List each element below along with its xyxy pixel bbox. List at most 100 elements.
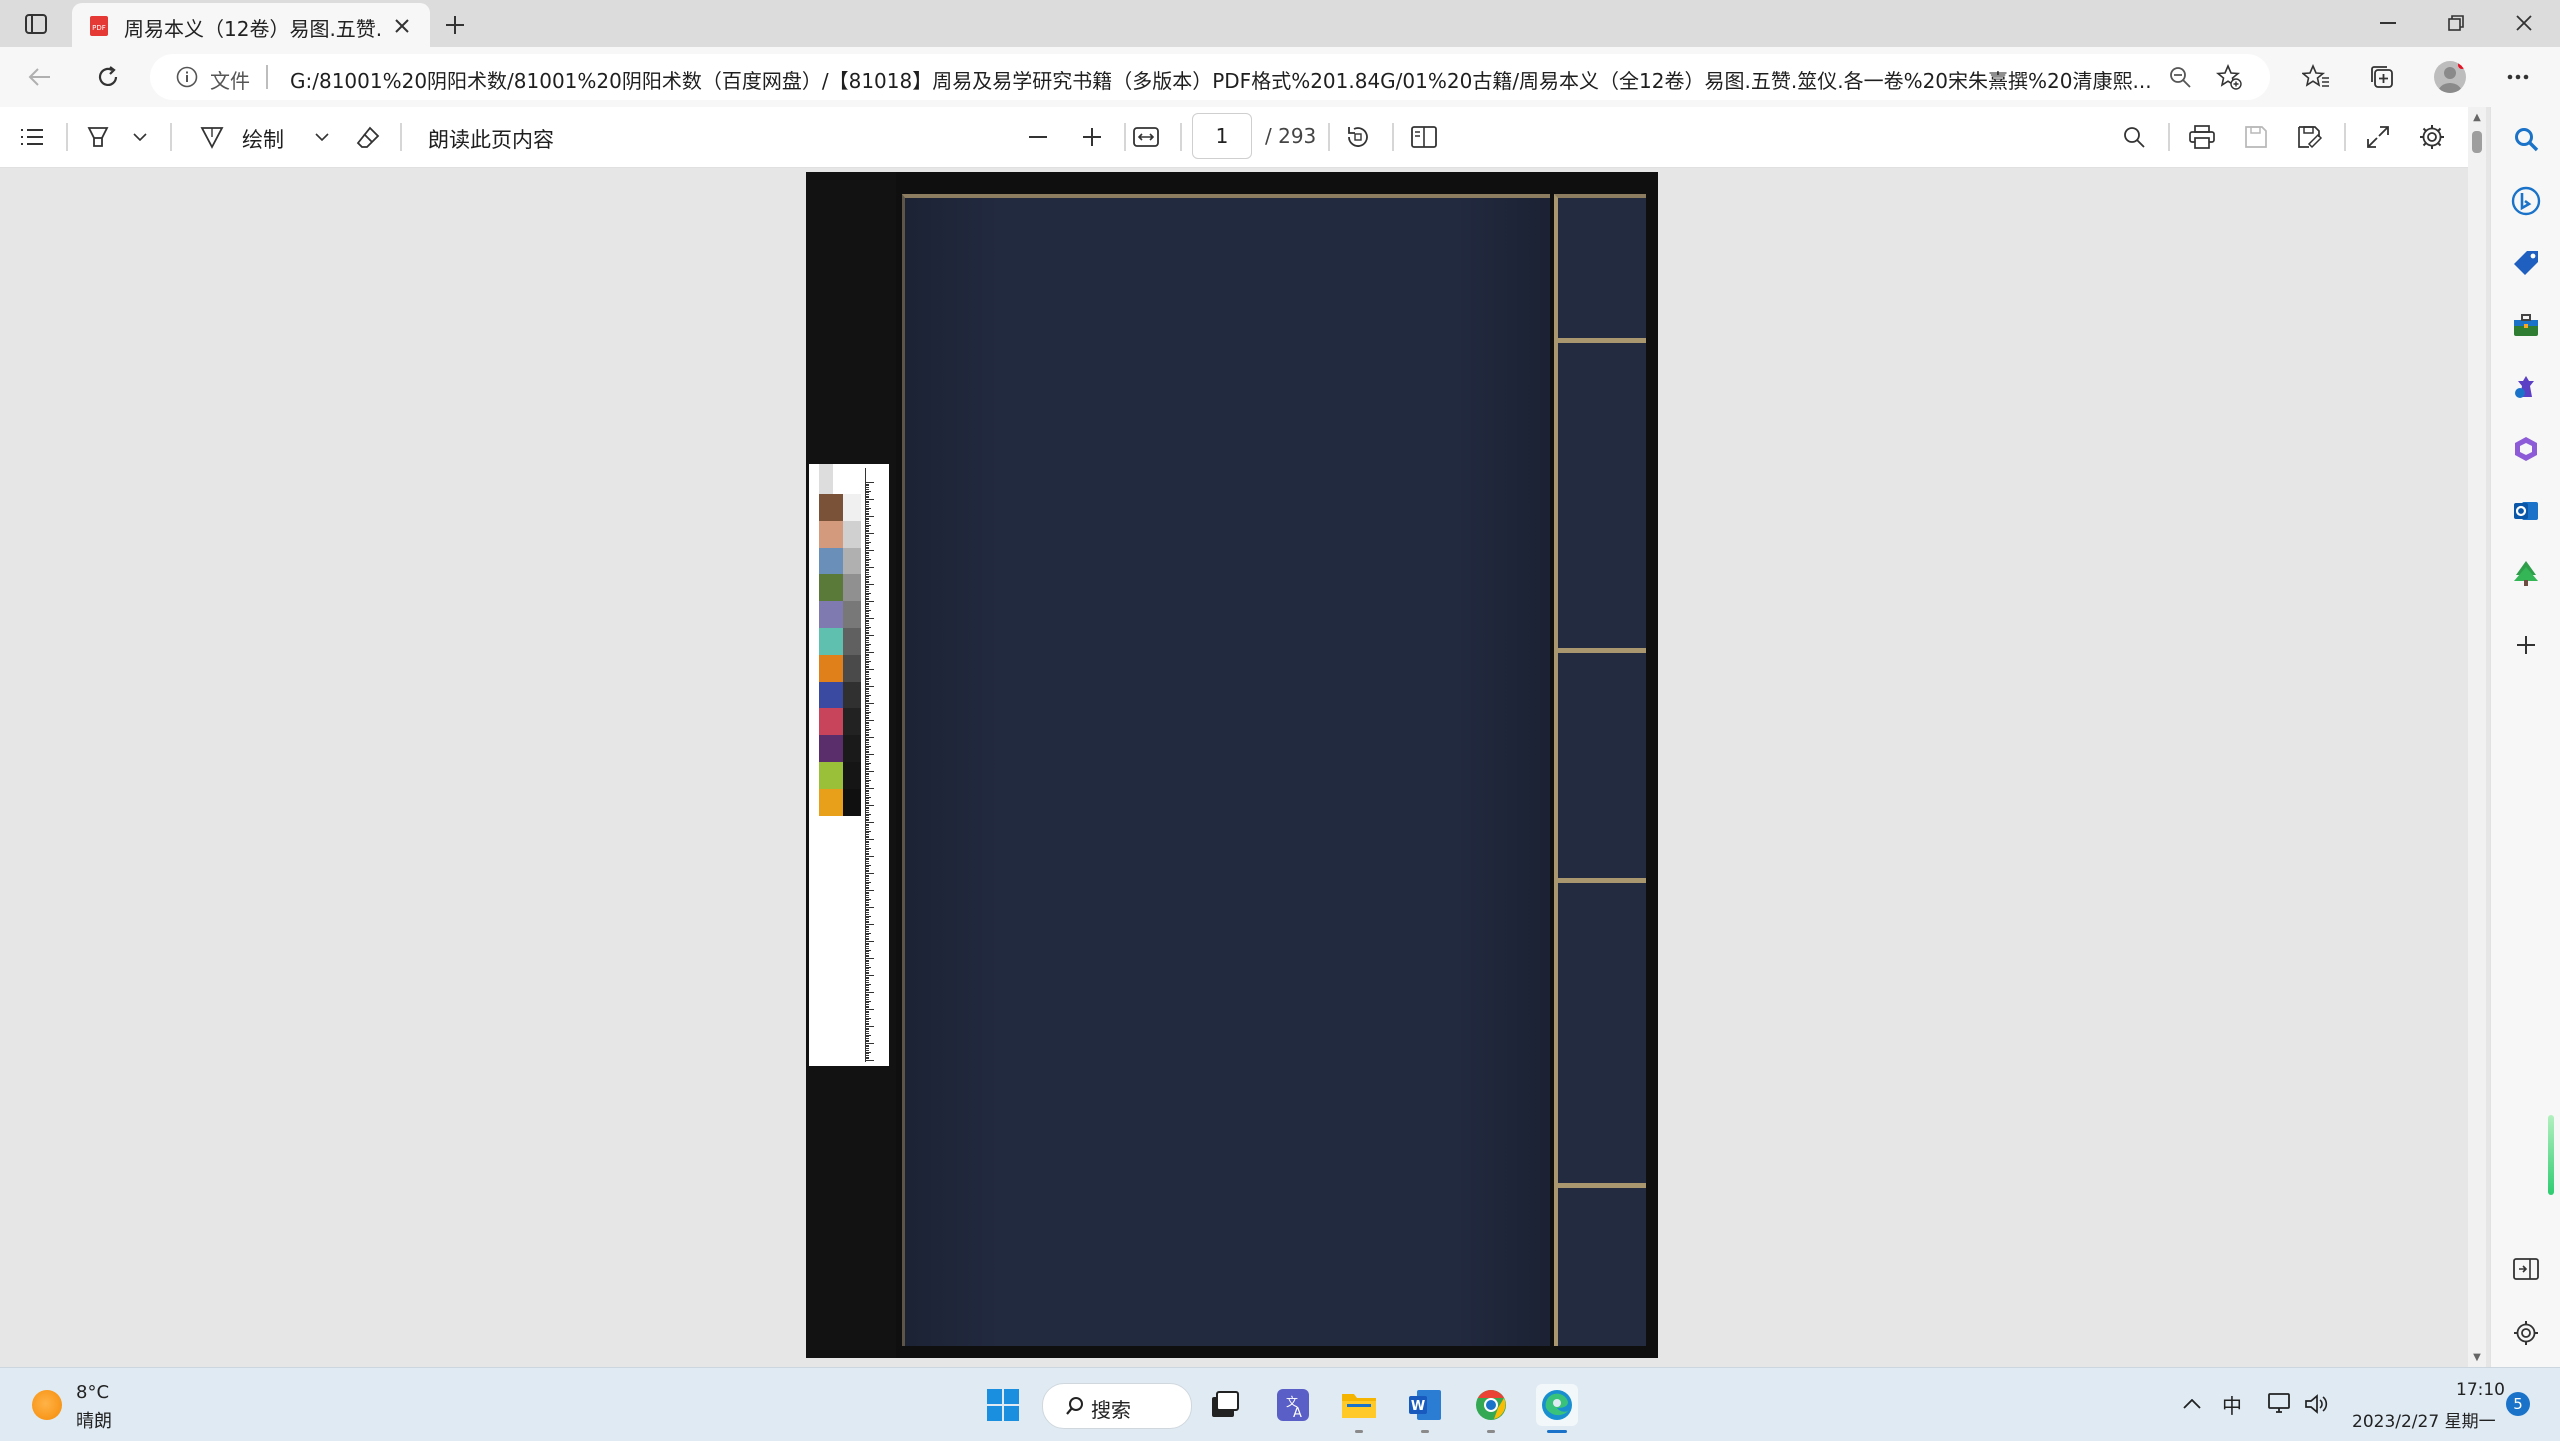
- close-icon: [395, 19, 409, 33]
- sidebar-settings-button[interactable]: [2510, 1317, 2542, 1349]
- tag-icon: [2514, 251, 2538, 275]
- tray-overflow-button[interactable]: [2178, 1390, 2206, 1418]
- sidebar-outlook-button[interactable]: [2510, 495, 2542, 527]
- speaker-icon: [2305, 1394, 2328, 1414]
- weather-description[interactable]: 晴朗: [76, 1407, 112, 1433]
- svg-text:W: W: [1411, 1399, 1425, 1414]
- bing-icon: [2511, 186, 2541, 216]
- scroll-thumb[interactable]: [2472, 131, 2482, 153]
- page-number-input[interactable]: 1: [1192, 113, 1252, 159]
- zoom-in-button[interactable]: [1076, 121, 1108, 153]
- add-favorite-icon[interactable]: [2216, 64, 2242, 90]
- draw-dropdown[interactable]: [306, 121, 338, 153]
- taskbar-translator-app[interactable]: 文A: [1272, 1384, 1314, 1426]
- color-patch: [819, 654, 843, 682]
- plus-icon: [1083, 128, 1101, 146]
- close-window-button[interactable]: [2496, 6, 2552, 40]
- save-button[interactable]: [2240, 121, 2272, 153]
- highlight-dropdown[interactable]: [124, 121, 156, 153]
- eraser-icon: [356, 126, 380, 148]
- taskbar-search[interactable]: 搜索: [1042, 1383, 1192, 1429]
- favorites-button[interactable]: [2300, 61, 2332, 93]
- sun-icon[interactable]: [32, 1390, 62, 1420]
- fullscreen-button[interactable]: [2362, 121, 2394, 153]
- minimize-button[interactable]: [2360, 6, 2416, 40]
- running-indicator: [1355, 1430, 1363, 1433]
- notification-badge[interactable]: 5: [2506, 1392, 2530, 1416]
- info-icon[interactable]: [176, 66, 198, 88]
- page-view-button[interactable]: [1408, 121, 1440, 153]
- highlight-button[interactable]: [82, 121, 114, 153]
- toolbar-divider: [170, 123, 172, 151]
- document-viewport[interactable]: [0, 168, 2468, 1367]
- search-icon: [1066, 1397, 1083, 1415]
- rotate-button[interactable]: [1342, 121, 1374, 153]
- volume-button[interactable]: [2302, 1390, 2330, 1418]
- clock-time[interactable]: 17:10: [2456, 1380, 2505, 1400]
- print-button[interactable]: [2186, 121, 2218, 153]
- color-patch: [819, 520, 843, 548]
- taskbar-chrome[interactable]: [1470, 1384, 1512, 1426]
- binding-thread: [1558, 648, 1646, 653]
- draw-button[interactable]: [196, 121, 228, 153]
- taskbar-edge[interactable]: [1536, 1384, 1578, 1426]
- vertical-scrollbar[interactable]: ▲ ▼: [2468, 107, 2486, 1367]
- color-patch: [819, 708, 843, 736]
- start-button[interactable]: [982, 1384, 1024, 1426]
- url-scheme-label: 文件: [210, 69, 250, 93]
- pdf-page[interactable]: [806, 172, 1658, 1358]
- back-button[interactable]: [22, 59, 58, 95]
- zoom-out-button[interactable]: [1022, 121, 1054, 153]
- add-icon: [2517, 636, 2535, 654]
- url-text[interactable]: G:/81001%20阴阳术数/81001%20阴阳术数（百度网盘）/【8101…: [290, 65, 2280, 94]
- contents-button[interactable]: [16, 121, 48, 153]
- zoom-icon[interactable]: [2168, 65, 2192, 89]
- erase-button[interactable]: [352, 121, 384, 153]
- weather-temperature[interactable]: 8°C: [76, 1382, 109, 1403]
- sidebar-shopping-button[interactable]: [2510, 247, 2542, 279]
- close-tab-button[interactable]: [390, 14, 414, 38]
- refresh-button[interactable]: [90, 59, 126, 95]
- read-aloud-button[interactable]: 朗读此页内容: [428, 124, 554, 154]
- sidebar-hide-button[interactable]: [2510, 1253, 2542, 1285]
- tab-actions-button[interactable]: [16, 8, 56, 40]
- hide-sidebar-icon: [2513, 1258, 2539, 1280]
- fit-width-button[interactable]: [1130, 121, 1162, 153]
- scroll-up-arrow[interactable]: ▲: [2471, 111, 2483, 123]
- active-tab[interactable]: PDF 周易本义（12卷）易图.五赞.筮仪.各一卷 宋朱熹撰 清康熙.pdf: [72, 3, 430, 47]
- url-field[interactable]: 文件 G:/81001%20阴阳术数/81001%20阴阳术数（百度网盘）/【8…: [150, 54, 2270, 100]
- sidebar-bing-button[interactable]: [2510, 185, 2542, 217]
- gray-patch: [843, 708, 861, 736]
- sidebar-tree-button[interactable]: [2510, 557, 2542, 589]
- sidebar-search-button[interactable]: [2510, 123, 2542, 155]
- pen-icon: [200, 127, 224, 149]
- gray-patch: [843, 601, 861, 628]
- sidebar-add-button[interactable]: [2510, 629, 2542, 661]
- ime-indicator[interactable]: 中: [2218, 1390, 2246, 1418]
- draw-label[interactable]: 绘制: [242, 124, 284, 154]
- color-patch: [819, 547, 843, 575]
- find-button[interactable]: [2118, 121, 2150, 153]
- save-as-button[interactable]: [2294, 121, 2326, 153]
- refresh-icon: [98, 66, 118, 86]
- scroll-down-arrow[interactable]: ▼: [2471, 1351, 2483, 1363]
- task-view-icon: [1212, 1391, 1239, 1417]
- network-button[interactable]: [2266, 1390, 2294, 1418]
- restore-button[interactable]: [2428, 6, 2484, 40]
- active-app-indicator: [1547, 1430, 1567, 1433]
- gear-icon: [2420, 125, 2444, 149]
- sidebar-games-button[interactable]: [2510, 371, 2542, 403]
- task-view-button[interactable]: [1204, 1384, 1246, 1426]
- sidebar-office-button[interactable]: [2510, 433, 2542, 465]
- taskbar-word[interactable]: W: [1404, 1384, 1446, 1426]
- taskbar-file-explorer[interactable]: [1338, 1384, 1380, 1426]
- new-tab-button[interactable]: [440, 10, 470, 40]
- page-view-icon: [1411, 126, 1437, 148]
- collections-button[interactable]: [2366, 61, 2398, 93]
- more-menu-button[interactable]: [2502, 61, 2534, 93]
- color-patch: [819, 628, 843, 655]
- sidebar-tools-button[interactable]: [2510, 309, 2542, 341]
- profile-avatar[interactable]: [2434, 61, 2466, 93]
- pdf-settings-button[interactable]: [2416, 121, 2448, 153]
- clock-date[interactable]: 2023/2/27 星期一: [2352, 1407, 2496, 1432]
